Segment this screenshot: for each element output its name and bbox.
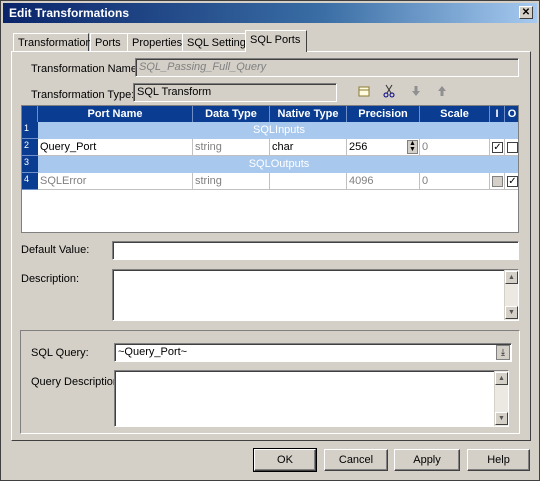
col-port-name[interactable]: Port Name (38, 106, 193, 122)
output-checkbox-checked[interactable]: ✓ (507, 176, 518, 187)
output-checkbox[interactable] (507, 142, 518, 153)
move-down-icon[interactable] (408, 84, 424, 100)
scroll-down-icon[interactable]: ▼ (505, 306, 518, 319)
default-value-label: Default Value: (21, 244, 90, 256)
col-precision[interactable]: Precision (347, 106, 420, 122)
col-output[interactable]: O (505, 106, 518, 122)
sql-query-text: ~Query_Port~ (118, 346, 188, 358)
cell-precision[interactable]: 4096 (347, 173, 420, 190)
header-corner (22, 106, 38, 122)
scroll-down-icon[interactable]: ▼ (495, 412, 508, 425)
query-description-scrollbar[interactable]: ▲ ▼ (494, 371, 508, 426)
query-description-label: Query Description: (31, 376, 123, 388)
sql-query-field[interactable]: ~Query_Port~ ⤓ (114, 343, 512, 362)
cell-data-type[interactable]: string (193, 139, 270, 156)
cell-precision[interactable]: 256 ▲ ▼ (347, 139, 420, 156)
description-scrollbar[interactable]: ▲ ▼ (504, 270, 518, 320)
precision-value[interactable]: 256 (349, 141, 367, 153)
cut-icon[interactable] (381, 84, 397, 100)
row-number: 1 (22, 122, 38, 139)
col-native-type[interactable]: Native Type (270, 106, 347, 122)
cell-scale[interactable]: 0 (420, 139, 490, 156)
input-checkbox-checked[interactable]: ✓ (492, 142, 503, 153)
ok-button[interactable]: OK (253, 448, 317, 472)
group-label-sqlinputs: SQLInputs (38, 122, 518, 139)
row-number: 2 (22, 139, 38, 156)
grid-header: Port Name Data Type Native Type Precisio… (22, 106, 518, 122)
row-number: 3 (22, 156, 38, 173)
query-description-field[interactable]: ▲ ▼ (114, 370, 509, 427)
cell-data-type[interactable]: string (193, 173, 270, 190)
col-data-type[interactable]: Data Type (193, 106, 270, 122)
new-port-icon[interactable] (356, 84, 372, 100)
description-label: Description: (21, 273, 80, 285)
edit-transformations-dialog: Edit Transformations ✕ Transformation Po… (0, 0, 540, 481)
apply-button[interactable]: Apply (394, 449, 460, 471)
tab-transformation[interactable]: Transformation (13, 33, 92, 51)
help-button[interactable]: Help (467, 449, 530, 471)
description-field[interactable]: ▲ ▼ (112, 269, 519, 321)
row-number: 4 (22, 173, 38, 190)
transformation-type-label: Transformation Type: (31, 89, 135, 101)
cell-port-name[interactable]: SQLError (38, 173, 193, 190)
cell-input: ✓ (490, 139, 505, 156)
tab-sql-ports[interactable]: SQL Ports (245, 30, 307, 52)
sql-query-label: SQL Query: (31, 347, 89, 359)
group-label-sqloutputs: SQLOutputs (38, 156, 518, 173)
transformation-type-field: SQL Transform (133, 83, 337, 102)
title-bar[interactable]: Edit Transformations ✕ (3, 3, 537, 23)
transformation-name-label: Transformation Name: (31, 63, 141, 75)
cell-native-type[interactable] (270, 173, 347, 190)
default-value-field[interactable] (112, 241, 519, 260)
input-checkbox-disabled (492, 176, 503, 187)
col-scale[interactable]: Scale (420, 106, 490, 122)
ports-grid: Port Name Data Type Native Type Precisio… (21, 105, 519, 233)
port-row-query-port[interactable]: 2 Query_Port string char 256 ▲ ▼ 0 ✓ (22, 139, 518, 156)
port-row-sqlerror[interactable]: 4 SQLError string 4096 0 ✓ (22, 173, 518, 190)
scroll-up-icon[interactable]: ▲ (505, 271, 518, 284)
cell-input (490, 173, 505, 190)
sql-editor-open-icon[interactable]: ⤓ (496, 345, 510, 360)
window-title: Edit Transformations (9, 6, 130, 20)
transformation-name-field: SQL_Passing_Full_Query (135, 58, 519, 77)
precision-spinner-icon[interactable]: ▲ ▼ (407, 140, 418, 154)
cancel-button[interactable]: Cancel (324, 449, 388, 471)
cell-native-type[interactable]: char (270, 139, 347, 156)
cell-output: ✓ (505, 173, 518, 190)
cell-scale[interactable]: 0 (420, 173, 490, 190)
move-up-icon[interactable] (434, 84, 450, 100)
scroll-up-icon[interactable]: ▲ (495, 372, 508, 385)
group-row-outputs[interactable]: 3 SQLOutputs (22, 156, 518, 173)
col-input[interactable]: I (490, 106, 505, 122)
group-row-inputs[interactable]: 1 SQLInputs (22, 122, 518, 139)
cell-output (505, 139, 518, 156)
cell-port-name[interactable]: Query_Port (38, 139, 193, 156)
close-button[interactable]: ✕ (519, 6, 533, 19)
